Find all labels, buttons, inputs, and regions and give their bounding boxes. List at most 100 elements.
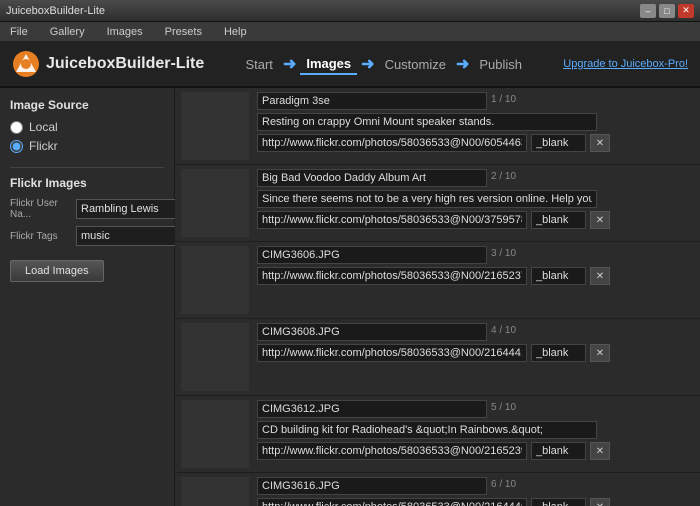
title-input[interactable] xyxy=(257,400,487,418)
delete-image-button[interactable]: ✕ xyxy=(590,211,610,229)
flickr-tags-row: Flickr Tags ✕ xyxy=(10,226,164,246)
image-details: 6 / 10 ✕ xyxy=(257,477,694,506)
image-counter: 2 / 10 xyxy=(491,171,516,182)
image-source-title: Image Source xyxy=(10,98,164,112)
header: JuiceboxBuilder-Lite Start ➜ Images ➜ Cu… xyxy=(0,42,700,88)
url-row: ✕ xyxy=(257,211,694,229)
image-row: 5 / 10 ✕ xyxy=(175,396,700,473)
image-details: 4 / 10 ✕ xyxy=(257,323,694,362)
image-counter: 6 / 10 xyxy=(491,479,516,490)
image-counter: 5 / 10 xyxy=(491,402,516,413)
url-input[interactable] xyxy=(257,134,527,152)
image-row: 1 / 10 ✕ xyxy=(175,88,700,165)
title-input[interactable] xyxy=(257,169,487,187)
flickr-user-row: Flickr User Na... ✕ xyxy=(10,198,164,220)
minimize-button[interactable]: – xyxy=(640,4,656,18)
title-input[interactable] xyxy=(257,477,487,495)
radio-local-label: Local xyxy=(29,120,58,134)
url-input[interactable] xyxy=(257,442,527,460)
target-input[interactable] xyxy=(531,344,586,362)
upgrade-link[interactable]: Upgrade to Juicebox-Pro! xyxy=(563,58,688,70)
title-row: 2 / 10 xyxy=(257,169,694,187)
radio-flickr[interactable]: Flickr xyxy=(10,139,164,153)
url-input[interactable] xyxy=(257,344,527,362)
maximize-button[interactable]: □ xyxy=(659,4,675,18)
thumbnail xyxy=(181,169,249,237)
desc-row xyxy=(257,113,694,131)
image-counter: 3 / 10 xyxy=(491,248,516,259)
url-input[interactable] xyxy=(257,498,527,506)
close-button[interactable]: ✕ xyxy=(678,4,694,18)
title-row: 6 / 10 xyxy=(257,477,694,495)
target-input[interactable] xyxy=(531,498,586,506)
url-row: ✕ xyxy=(257,498,694,506)
main-layout: Image Source Local Flickr Flickr Images … xyxy=(0,88,700,506)
image-row: 2 / 10 ✕ xyxy=(175,165,700,242)
image-details: 5 / 10 ✕ xyxy=(257,400,694,460)
title-input[interactable] xyxy=(257,323,487,341)
target-input[interactable] xyxy=(531,134,586,152)
logo-icon xyxy=(12,50,40,78)
sidebar: Image Source Local Flickr Flickr Images … xyxy=(0,88,175,506)
image-row: 6 / 10 ✕ xyxy=(175,473,700,506)
step-images[interactable]: Images xyxy=(300,54,357,75)
menu-gallery[interactable]: Gallery xyxy=(44,24,91,40)
description-input[interactable] xyxy=(257,113,597,131)
step-publish[interactable]: Publish xyxy=(473,55,528,74)
arrow-3: ➜ xyxy=(456,54,469,74)
image-counter: 1 / 10 xyxy=(491,94,516,105)
flickr-tags-label: Flickr Tags xyxy=(10,231,72,242)
title-row: 5 / 10 xyxy=(257,400,694,418)
title-bar-controls: – □ ✕ xyxy=(640,4,694,18)
radio-flickr-input[interactable] xyxy=(10,140,23,153)
thumbnail xyxy=(181,246,249,314)
delete-image-button[interactable]: ✕ xyxy=(590,498,610,506)
flickr-user-label: Flickr User Na... xyxy=(10,198,72,220)
target-input[interactable] xyxy=(531,211,586,229)
url-row: ✕ xyxy=(257,344,694,362)
url-row: ✕ xyxy=(257,267,694,285)
menu-presets[interactable]: Presets xyxy=(159,24,208,40)
delete-image-button[interactable]: ✕ xyxy=(590,134,610,152)
radio-flickr-label: Flickr xyxy=(29,139,58,153)
delete-image-button[interactable]: ✕ xyxy=(590,344,610,362)
url-input[interactable] xyxy=(257,211,527,229)
delete-image-button[interactable]: ✕ xyxy=(590,267,610,285)
image-counter: 4 / 10 xyxy=(491,325,516,336)
title-row: 1 / 10 xyxy=(257,92,694,110)
url-row: ✕ xyxy=(257,134,694,152)
menu-images[interactable]: Images xyxy=(101,24,149,40)
desc-row xyxy=(257,190,694,208)
description-input[interactable] xyxy=(257,190,597,208)
delete-image-button[interactable]: ✕ xyxy=(590,442,610,460)
image-row: 4 / 10 ✕ xyxy=(175,319,700,396)
radio-local-input[interactable] xyxy=(10,121,23,134)
step-customize[interactable]: Customize xyxy=(379,55,452,74)
title-input[interactable] xyxy=(257,92,487,110)
step-start[interactable]: Start xyxy=(239,55,278,74)
thumbnail xyxy=(181,92,249,160)
title-bar: JuiceboxBuilder-Lite – □ ✕ xyxy=(0,0,700,22)
thumbnail xyxy=(181,477,249,506)
radio-local[interactable]: Local xyxy=(10,120,164,134)
image-details: 2 / 10 ✕ xyxy=(257,169,694,229)
url-input[interactable] xyxy=(257,267,527,285)
title-row: 4 / 10 xyxy=(257,323,694,341)
load-images-button[interactable]: Load Images xyxy=(10,260,104,282)
thumbnail xyxy=(181,400,249,468)
image-details: 1 / 10 ✕ xyxy=(257,92,694,152)
target-input[interactable] xyxy=(531,442,586,460)
logo-text: JuiceboxBuilder-Lite xyxy=(46,55,204,73)
image-source-radio-group: Local Flickr xyxy=(10,120,164,153)
title-bar-text: JuiceboxBuilder-Lite xyxy=(6,5,105,17)
title-input[interactable] xyxy=(257,246,487,264)
arrow-1: ➜ xyxy=(283,54,296,74)
desc-row xyxy=(257,421,694,439)
thumbnail xyxy=(181,323,249,391)
title-row: 3 / 10 xyxy=(257,246,694,264)
menu-file[interactable]: File xyxy=(4,24,34,40)
target-input[interactable] xyxy=(531,267,586,285)
description-input[interactable] xyxy=(257,421,597,439)
menu-help[interactable]: Help xyxy=(218,24,253,40)
image-details: 3 / 10 ✕ xyxy=(257,246,694,285)
